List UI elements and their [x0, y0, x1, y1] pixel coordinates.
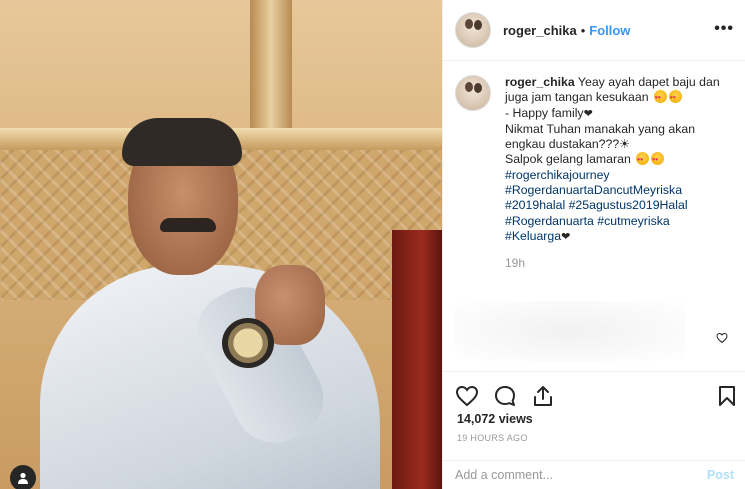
hashtag-link[interactable]: #Rogerdanuarta #cutmeyriska: [505, 214, 725, 229]
user-tag-button[interactable]: [10, 465, 36, 489]
wrist-watch: [222, 318, 274, 368]
hashtag-link[interactable]: #2019halal #25agustus2019Halal: [505, 198, 725, 213]
man-moustache: [160, 218, 216, 232]
caption-text: Salpok gelang lamaran: [505, 152, 631, 167]
caption: roger_chika Yeay ayah dapet baju dan jug…: [455, 75, 734, 272]
post-button[interactable]: Post: [707, 468, 734, 482]
heart-eyes-emoji: [652, 90, 682, 107]
caption-line-6: Salpok gelang lamaran: [505, 152, 725, 169]
hashtag-link[interactable]: #Keluarga: [505, 229, 561, 243]
heart-icon[interactable]: [455, 384, 479, 408]
caption-line-1: roger_chika Yeay ayah dapet baju dan: [505, 75, 725, 90]
share-icon[interactable]: [531, 384, 555, 408]
red-curtain: [392, 230, 442, 489]
post-header: roger_chika • Follow •••: [443, 0, 745, 61]
post-sidebar: roger_chika • Follow ••• roger_chika Yea…: [442, 0, 745, 489]
caption-body: roger_chika Yeay ayah dapet baju dan jug…: [505, 75, 725, 272]
user-tag-icon: [18, 472, 28, 484]
post-timestamp[interactable]: 19 HOURS AGO: [457, 433, 528, 443]
comment-input[interactable]: [455, 468, 707, 482]
follow-button[interactable]: Follow: [589, 23, 630, 38]
comment-like-heart-icon[interactable]: [716, 332, 728, 344]
caption-time[interactable]: 19h: [505, 256, 725, 271]
caption-line-4: Nikmat Tuhan manakah yang akan: [505, 121, 696, 136]
loading-placeholder: [455, 301, 685, 361]
comments-section: roger_chika Yeay ayah dapet baju dan jug…: [443, 61, 745, 371]
hashtag-link[interactable]: #rogerchikajourney: [505, 168, 725, 183]
caption-username[interactable]: roger_chika: [505, 75, 575, 89]
caption-line-2: juga jam tangan kesukaan: [505, 90, 725, 107]
caption-text: juga jam tangan kesukaan: [505, 90, 649, 105]
caption-line-3: - Happy family❤: [505, 106, 725, 122]
caption-line-11: #Keluarga❤: [505, 229, 725, 245]
comment-icon[interactable]: [493, 384, 517, 408]
hashtag-link[interactable]: #RogerdanuartaDancutMeyriska: [505, 183, 725, 198]
caption-text: - Happy family: [505, 105, 584, 120]
post-video[interactable]: [0, 0, 442, 489]
action-bar: [443, 371, 745, 409]
bookmark-icon[interactable]: [715, 384, 739, 408]
comment-form: Post: [443, 460, 745, 489]
avatar[interactable]: [455, 12, 491, 48]
caption-avatar[interactable]: [455, 75, 491, 111]
black-heart-icon: ❤: [583, 107, 593, 120]
view-count[interactable]: 14,072 views: [457, 412, 533, 426]
man-hair: [122, 118, 242, 166]
heart-eyes-emoji: [634, 152, 665, 169]
header-username[interactable]: roger_chika: [503, 23, 577, 38]
separator-dot: •: [580, 22, 586, 38]
caption-text: Yeay ayah dapet baju dan: [577, 75, 720, 89]
more-options-icon[interactable]: •••: [714, 21, 734, 37]
caption-line-5: engkau dustakan???☀: [505, 137, 631, 152]
black-heart-icon: ❤: [561, 230, 571, 243]
